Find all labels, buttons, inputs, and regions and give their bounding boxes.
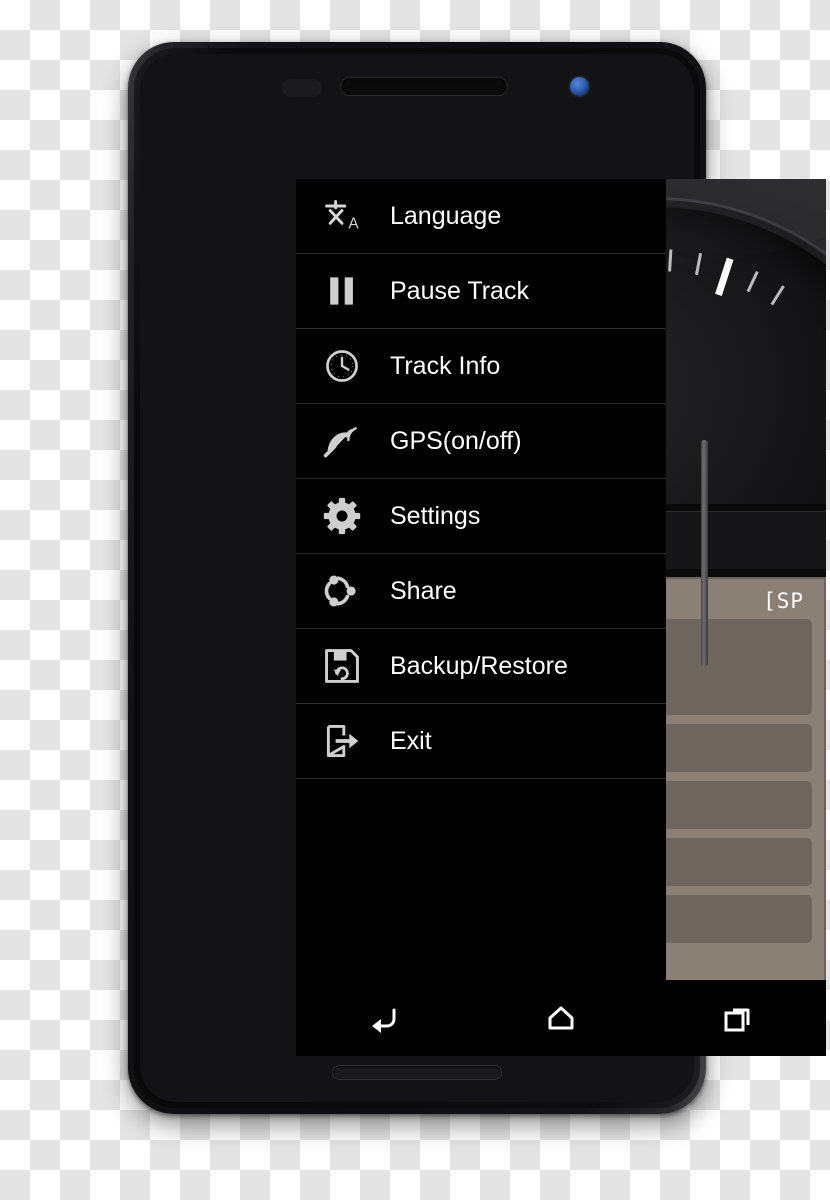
- menu-item-pause-track[interactable]: Pause Track: [296, 254, 666, 329]
- menu-item-exit[interactable]: Exit: [296, 704, 666, 779]
- floppy-disk-refresh-icon: [320, 644, 364, 688]
- android-navigation-bar: [296, 980, 826, 1056]
- translate-icon: A: [320, 194, 364, 238]
- phone-screen: 80 60 40 20 0: [296, 179, 826, 1056]
- bottom-speaker-grille: [332, 1065, 502, 1080]
- proximity-sensor: [282, 79, 322, 97]
- menu-label-exit: Exit: [390, 726, 432, 755]
- menu-label-gps: GPS(on/off): [390, 426, 522, 455]
- pause-icon: [320, 269, 364, 313]
- home-icon: [548, 1006, 574, 1030]
- earpiece-speaker: [340, 77, 508, 96]
- power-button[interactable]: [701, 440, 708, 666]
- menu-label-pause-track: Pause Track: [390, 276, 529, 305]
- android-smartphone: 80 60 40 20 0: [128, 42, 826, 1114]
- clock-icon: [320, 344, 364, 388]
- navigation-drawer: A Language Pause Track Track Info GPS(on…: [296, 179, 666, 1056]
- phone-top-hardware-row: [140, 72, 694, 104]
- share-icon: [320, 569, 364, 613]
- menu-item-language[interactable]: A Language: [296, 179, 666, 254]
- recents-squares-icon: [724, 1008, 750, 1032]
- phone-front-face: 80 60 40 20 0: [140, 54, 826, 1102]
- front-camera-lens: [570, 77, 589, 96]
- menu-label-backup-restore: Backup/Restore: [390, 651, 568, 680]
- menu-item-backup-restore[interactable]: Backup/Restore: [296, 629, 666, 704]
- exit-door-arrow-icon: [320, 719, 364, 763]
- menu-label-track-info: Track Info: [390, 351, 501, 380]
- gear-icon: [320, 494, 364, 538]
- menu-label-share: Share: [390, 576, 457, 605]
- menu-label-settings: Settings: [390, 501, 481, 530]
- menu-label-language: Language: [390, 201, 502, 230]
- menu-item-settings[interactable]: Settings: [296, 479, 666, 554]
- svg-text:A: A: [348, 216, 359, 233]
- satellite-dish-icon: [320, 419, 364, 463]
- back-button[interactable]: [296, 980, 473, 1056]
- back-arrow-icon: [372, 1008, 396, 1033]
- recents-button[interactable]: [649, 980, 826, 1056]
- menu-item-share[interactable]: Share: [296, 554, 666, 629]
- menu-item-track-info[interactable]: Track Info: [296, 329, 666, 404]
- home-button[interactable]: [473, 980, 650, 1056]
- menu-item-gps[interactable]: GPS(on/off): [296, 404, 666, 479]
